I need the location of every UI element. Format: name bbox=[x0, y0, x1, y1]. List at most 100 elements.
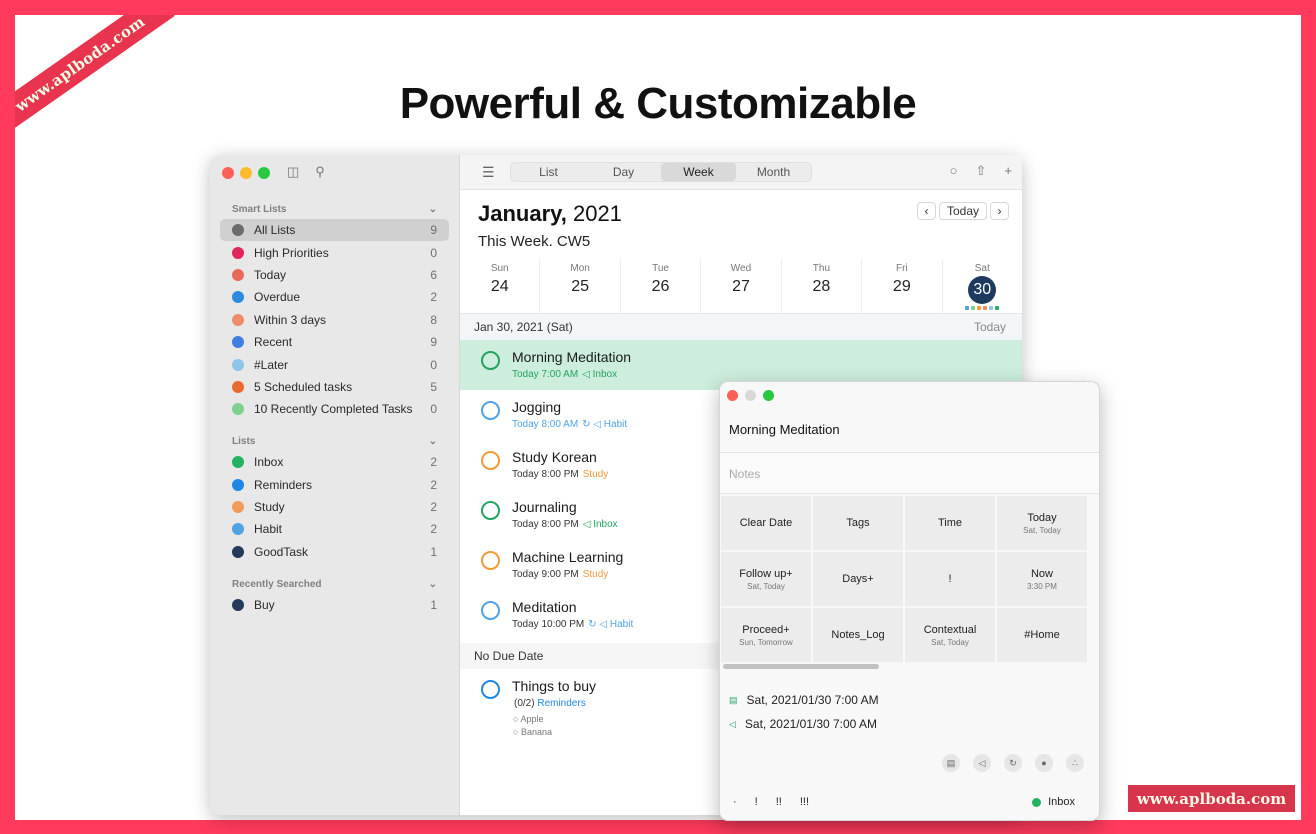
quick-action-button[interactable]: Days+ bbox=[812, 551, 904, 607]
horizontal-scrollbar[interactable] bbox=[723, 664, 879, 669]
quick-action-button[interactable]: ! bbox=[904, 551, 996, 607]
sidebar-item[interactable]: 5 Scheduled tasks 5 bbox=[220, 376, 449, 398]
date-navigation: ‹ Today › bbox=[917, 202, 1009, 220]
task-list-tag: ◁ Inbox bbox=[582, 519, 618, 530]
previous-week-button[interactable]: ‹ bbox=[917, 202, 936, 220]
search-icon[interactable]: ⚲ bbox=[315, 164, 325, 180]
sidebar-item-count: 1 bbox=[430, 598, 437, 613]
next-week-button[interactable]: › bbox=[990, 202, 1009, 220]
day-column[interactable]: Fri 29 bbox=[862, 259, 943, 313]
event-dots bbox=[943, 306, 1022, 310]
close-popup-button[interactable] bbox=[727, 390, 738, 401]
sidebar-item[interactable]: Today 6 bbox=[220, 264, 449, 286]
sidebar-item[interactable]: Reminders 2 bbox=[220, 473, 449, 495]
tab-month[interactable]: Month bbox=[736, 163, 811, 181]
quick-action-label: Tags bbox=[846, 517, 870, 529]
add-icon[interactable]: + bbox=[1004, 163, 1012, 179]
lists-header[interactable]: Lists ⌄ bbox=[220, 431, 449, 451]
quick-action-label: Follow up+ bbox=[739, 567, 793, 580]
task-time: Today 8:00 AM bbox=[512, 419, 579, 430]
sidebar-item[interactable]: High Priorities 0 bbox=[220, 241, 449, 263]
sidebar-item[interactable]: Recent 9 bbox=[220, 331, 449, 353]
task-checkbox[interactable] bbox=[481, 501, 500, 520]
due-date-row[interactable]: ▤ Sat, 2021/01/30 7:00 AM bbox=[729, 693, 879, 707]
sidebar-item[interactable]: Inbox 2 bbox=[220, 451, 449, 473]
priority-none[interactable]: · bbox=[733, 796, 737, 808]
day-column[interactable]: Tue 26 bbox=[621, 259, 702, 313]
chevron-down-icon[interactable]: ⌄ bbox=[429, 436, 437, 447]
alarm-icon[interactable]: ◁ bbox=[973, 754, 991, 772]
task-time: Today 7:00 AM bbox=[512, 369, 579, 380]
smart-lists-header[interactable]: Smart Lists ⌄ bbox=[220, 199, 449, 219]
zoom-popup-button[interactable] bbox=[763, 390, 774, 401]
recent-header[interactable]: Recently Searched ⌄ bbox=[220, 574, 449, 594]
day-column[interactable]: Mon 25 bbox=[540, 259, 621, 313]
sidebar-toggle-icon[interactable]: ◫ bbox=[287, 164, 299, 180]
quick-action-button[interactable]: Now 3:30 PM bbox=[996, 551, 1088, 607]
task-checkbox[interactable] bbox=[481, 551, 500, 570]
day-column[interactable]: Thu 28 bbox=[782, 259, 863, 313]
minimize-window-button[interactable] bbox=[240, 167, 252, 179]
sidebar-item[interactable]: Overdue 2 bbox=[220, 286, 449, 308]
task-checkbox[interactable] bbox=[481, 451, 500, 470]
quick-action-button[interactable]: Contextual Sat, Today bbox=[904, 607, 996, 663]
task-checkbox[interactable] bbox=[481, 680, 500, 699]
quick-action-button[interactable]: Tags bbox=[812, 495, 904, 551]
priority-low[interactable]: ! bbox=[755, 796, 758, 808]
sidebar-item[interactable]: GoodTask 1 bbox=[220, 541, 449, 563]
chevron-down-icon[interactable]: ⌄ bbox=[429, 579, 437, 590]
circle-icon[interactable]: ○ bbox=[950, 163, 958, 179]
quick-action-button[interactable]: Clear Date bbox=[720, 495, 812, 551]
popup-task-title[interactable]: Morning Meditation bbox=[729, 422, 840, 437]
sidebar-item[interactable]: All Lists 9 bbox=[220, 219, 449, 242]
close-window-button[interactable] bbox=[222, 167, 234, 179]
list-selector[interactable]: Inbox bbox=[1032, 796, 1075, 808]
headline: Powerful & Customizable bbox=[399, 79, 917, 128]
task-subtitle: Today 8:00 AM ↻ ◁ Habit bbox=[512, 419, 627, 430]
day-name: Thu bbox=[812, 263, 831, 274]
sidebar-item[interactable]: Within 3 days 8 bbox=[220, 309, 449, 331]
day-column[interactable]: Wed 27 bbox=[701, 259, 782, 313]
task-subtitle: Today 10:00 PM ↻ ◁ Habit bbox=[512, 619, 633, 630]
calendar-icon[interactable]: ▤ bbox=[942, 754, 960, 772]
notes-field[interactable]: Notes bbox=[720, 452, 1099, 494]
repeat-icon[interactable]: ↻ bbox=[1004, 754, 1022, 772]
task-checkbox[interactable] bbox=[481, 601, 500, 620]
sidebar-item[interactable]: #Later 0 bbox=[220, 353, 449, 375]
quick-action-button[interactable]: Proceed+ Sun, Tomorrow bbox=[720, 607, 812, 663]
task-subtitle: Today 9:00 PM Study bbox=[512, 569, 608, 580]
sidebar-item[interactable]: Study 2 bbox=[220, 496, 449, 518]
task-title: Meditation bbox=[512, 599, 577, 615]
tab-list[interactable]: List bbox=[511, 163, 586, 181]
alert-date-row[interactable]: ◁ Sat, 2021/01/30 7:00 AM bbox=[729, 717, 877, 731]
quick-action-button[interactable]: Time bbox=[904, 495, 996, 551]
tab-day[interactable]: Day bbox=[586, 163, 661, 181]
sidebar-item-label: #Later bbox=[254, 357, 289, 372]
day-column[interactable]: Sat 30 bbox=[943, 259, 1022, 313]
sidebar-item-count: 0 bbox=[430, 402, 437, 417]
priority-high[interactable]: !!! bbox=[800, 796, 809, 808]
task-checkbox[interactable] bbox=[481, 351, 500, 370]
menu-icon[interactable]: ☰ bbox=[482, 164, 495, 181]
quick-action-button[interactable]: Today Sat, Today bbox=[996, 495, 1088, 551]
today-button[interactable]: Today bbox=[939, 202, 987, 220]
list-icon bbox=[232, 246, 244, 259]
tab-week[interactable]: Week bbox=[661, 163, 736, 181]
location-icon[interactable]: ● bbox=[1035, 754, 1053, 772]
sidebar-item[interactable]: 10 Recently Completed Tasks 0 bbox=[220, 398, 449, 420]
quick-action-button[interactable]: Follow up+ Sat, Today bbox=[720, 551, 812, 607]
chevron-down-icon[interactable]: ⌄ bbox=[429, 204, 437, 215]
list-icon bbox=[232, 291, 244, 304]
day-column[interactable]: Sun 24 bbox=[460, 259, 541, 313]
attachment-icon[interactable]: ∴ bbox=[1066, 754, 1084, 772]
priority-medium[interactable]: !! bbox=[776, 796, 782, 808]
smart-lists-section: Smart Lists ⌄ All Lists 9 High Priorities 0 T… bbox=[220, 199, 449, 421]
sidebar-item[interactable]: Habit 2 bbox=[220, 518, 449, 540]
zoom-window-button[interactable] bbox=[258, 167, 270, 179]
quick-action-button[interactable]: Notes_Log bbox=[812, 607, 904, 663]
minimize-popup-button[interactable] bbox=[745, 390, 756, 401]
task-checkbox[interactable] bbox=[481, 401, 500, 420]
sidebar-item[interactable]: Buy 1 bbox=[220, 594, 449, 616]
share-icon[interactable]: ⇧ bbox=[976, 163, 987, 179]
quick-action-button[interactable]: #Home bbox=[996, 607, 1088, 663]
